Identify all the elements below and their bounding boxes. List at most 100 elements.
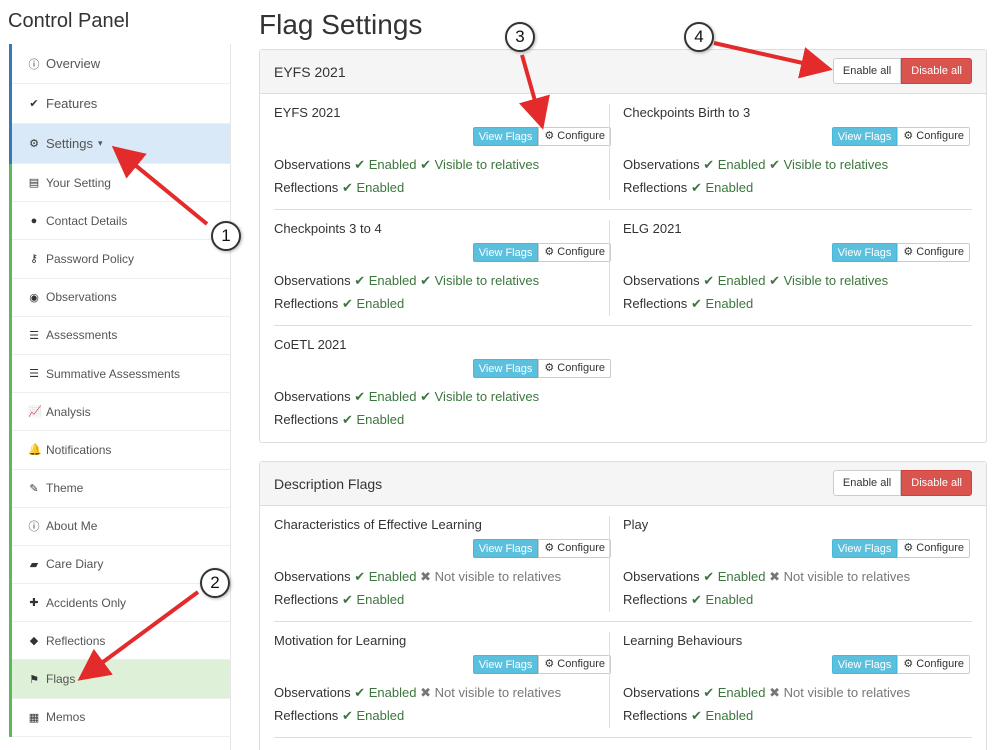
sidebar-item-label: Summative Assessments: [46, 366, 181, 381]
enabled-text: Enabled: [705, 180, 754, 195]
check-icon: ✔: [690, 708, 702, 723]
check-icon: ✔: [341, 708, 353, 723]
sidebar-item-notifications[interactable]: 🔔 Notifications: [12, 431, 230, 470]
configure-button[interactable]: ⚙ Configure: [897, 243, 970, 262]
visibility-text: Not visible to relatives: [434, 685, 562, 700]
configure-label: Configure: [557, 246, 605, 258]
disable-all-button[interactable]: Disable all: [901, 470, 972, 496]
reflections-status: Reflections ✔ Enabled: [623, 708, 753, 724]
view-flags-button[interactable]: View Flags: [472, 539, 539, 558]
sidebar-item-flags[interactable]: ⚑ Flags: [12, 660, 230, 699]
info-circle-icon: ⓘ: [28, 58, 40, 71]
view-flags-button[interactable]: View Flags: [472, 243, 539, 262]
reflections-label: Reflections: [623, 592, 688, 607]
check-icon: ✔: [703, 569, 715, 584]
sidebar-item-observations[interactable]: ◉ Observations: [12, 279, 230, 317]
sidebar-settings-submenu: ▤ Your Setting ● Contact Details ⚷ Password P…: [9, 164, 230, 737]
sidebar-item-about-me[interactable]: ⓘ About Me: [12, 508, 230, 546]
reflections-label: Reflections: [274, 180, 339, 195]
visibility-text: Visible to relatives: [434, 157, 540, 172]
reflections-status: Reflections ✔ Enabled: [274, 180, 404, 196]
configure-button[interactable]: ⚙ Configure: [897, 655, 970, 674]
sidebar-item-accidents-only[interactable]: ✚ Accidents Only: [12, 584, 230, 623]
sidebar-item-assessments[interactable]: ☰ Assessments: [12, 317, 230, 355]
reflections-status: Reflections ✔ Enabled: [274, 592, 404, 608]
observations-status: Observations ✔ Enabled ✖ Not visible to …: [274, 569, 561, 585]
sidebar-item-features[interactable]: ✔ Features: [12, 84, 230, 124]
panel-description-flags: Description Flags Enable all Disable all…: [259, 461, 987, 750]
reflections-label: Reflections: [623, 708, 688, 723]
check-icon: ✔: [354, 273, 366, 288]
configure-button[interactable]: ⚙ Configure: [538, 127, 611, 146]
check-icon: ✔: [29, 98, 39, 110]
configure-button[interactable]: ⚙ Configure: [538, 655, 611, 674]
check-icon: ✔: [420, 157, 431, 172]
flag-actions: View Flags ⚙ Configure: [472, 243, 611, 262]
sidebar-item-label: Notifications: [46, 442, 112, 457]
configure-button[interactable]: ⚙ Configure: [538, 359, 611, 378]
cross-icon: ✖: [420, 685, 431, 700]
gear-icon: ⚙: [903, 658, 917, 670]
enable-all-button[interactable]: Enable all: [832, 470, 902, 496]
view-flags-button[interactable]: View Flags: [472, 655, 539, 674]
gear-icon: ⚙: [544, 362, 558, 374]
observations-label: Observations: [623, 273, 700, 288]
sidebar-item-contact-details[interactable]: ● Contact Details: [12, 202, 230, 241]
flag-set-name: Learning Behaviours: [623, 633, 743, 648]
view-flags-button[interactable]: View Flags: [831, 655, 898, 674]
configure-button[interactable]: ⚙ Configure: [538, 539, 611, 558]
disable-all-button[interactable]: Disable all: [901, 58, 972, 84]
configure-button[interactable]: ⚙ Configure: [897, 539, 970, 558]
check-icon: ✔: [354, 569, 366, 584]
flag-icon: ⚑: [29, 673, 39, 686]
observations-status: Observations ✔ Enabled ✔ Visible to rela…: [623, 273, 888, 289]
view-flags-button[interactable]: View Flags: [472, 359, 539, 378]
check-icon: ✔: [703, 685, 715, 700]
reflections-label: Reflections: [623, 296, 688, 311]
brush-icon: ✎: [29, 482, 39, 495]
reflections-status: Reflections ✔ Enabled: [274, 708, 404, 724]
check-icon: ✔: [354, 389, 366, 404]
sidebar-item-overview[interactable]: ⓘ Overview: [12, 44, 230, 84]
reflections-status: Reflections ✔ Enabled: [623, 296, 753, 312]
gear-icon: ⚙: [544, 130, 558, 142]
observations-label: Observations: [274, 157, 351, 172]
view-flags-button[interactable]: View Flags: [831, 127, 898, 146]
configure-button[interactable]: ⚙ Configure: [538, 243, 611, 262]
sidebar-item-analysis[interactable]: 📈 Analysis: [12, 393, 230, 432]
enable-all-button[interactable]: Enable all: [832, 58, 902, 84]
observations-label: Observations: [623, 157, 700, 172]
configure-button[interactable]: ⚙ Configure: [897, 127, 970, 146]
reflections-status: Reflections ✔ Enabled: [623, 592, 753, 608]
check-icon: ✔: [341, 412, 353, 427]
check-icon: ✔: [354, 685, 366, 700]
visibility-text: Not visible to relatives: [783, 685, 911, 700]
gear-icon: ⚙: [544, 658, 558, 670]
first-aid-icon: ✚: [29, 597, 39, 610]
info-circle-icon: ⓘ: [28, 521, 40, 534]
sidebar-item-label: Overview: [46, 56, 101, 71]
enable-disable-group: Enable all Disable all: [832, 58, 972, 84]
sidebar-item-care-diary[interactable]: ▰ Care Diary: [12, 546, 230, 585]
flag-grid: Characteristics of Effective Learning Vie…: [260, 506, 986, 738]
observations-label: Observations: [623, 685, 700, 700]
sidebar-item-theme[interactable]: ✎ Theme: [12, 470, 230, 508]
enabled-text: Enabled: [717, 685, 766, 700]
view-flags-button[interactable]: View Flags: [831, 243, 898, 262]
reflections-status: Reflections ✔ Enabled: [623, 180, 753, 196]
sidebar-item-your-setting[interactable]: ▤ Your Setting: [12, 164, 230, 203]
check-icon: ✔: [420, 273, 431, 288]
sidebar-item-label: Contact Details: [46, 213, 128, 228]
sidebar-item-memos[interactable]: ▦ Memos: [12, 699, 230, 737]
flag-actions: View Flags ⚙ Configure: [831, 243, 970, 262]
sidebar-item-label: About Me: [46, 519, 98, 534]
sidebar-item-password-policy[interactable]: ⚷ Password Policy: [12, 240, 230, 279]
enabled-text: Enabled: [368, 157, 417, 172]
observations-status: Observations ✔ Enabled ✔ Visible to rela…: [274, 157, 539, 173]
view-flags-button[interactable]: View Flags: [472, 127, 539, 146]
sidebar-item-settings[interactable]: ⚙ Settings ▾: [12, 124, 230, 164]
sidebar-item-reflections[interactable]: ◆ Reflections: [12, 622, 230, 661]
view-flags-button[interactable]: View Flags: [831, 539, 898, 558]
sidebar-item-summative-assessments[interactable]: ☰ Summative Assessments: [12, 355, 230, 394]
key-icon: ⚷: [29, 253, 39, 266]
